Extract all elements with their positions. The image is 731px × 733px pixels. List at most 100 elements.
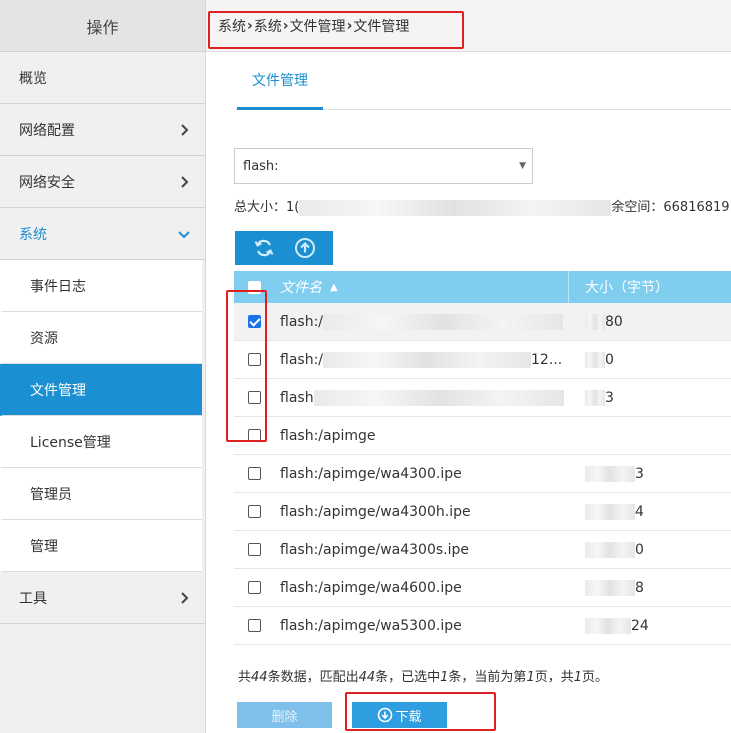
sidebar-item-overview[interactable]: 概览 (0, 52, 205, 104)
row-checkbox[interactable] (247, 315, 261, 328)
column-header-size[interactable]: 大小（字节） (569, 277, 731, 297)
chevron-right-icon: › (282, 17, 289, 34)
row-checkbox[interactable] (247, 543, 261, 556)
chevron-right-icon (181, 591, 189, 604)
redacted-area (585, 465, 635, 482)
dropdown-caret-icon: ▼ (519, 161, 526, 171)
chevron-right-icon (181, 175, 189, 188)
tab-bar: 文件管理 (236, 52, 731, 110)
sidebar-subitem-resources[interactable]: 资源 (0, 312, 202, 364)
sidebar-item-system[interactable]: 系统 (0, 208, 205, 260)
column-header-name[interactable]: 文件名 ▲ (274, 271, 569, 303)
sidebar-subitem-file-management[interactable]: 文件管理 (0, 364, 202, 416)
table-row[interactable]: flash:/apimge/wa4600.ipe 8 (234, 569, 731, 607)
table-row[interactable]: flash:/apimge/wa4300h.ipe 4 (234, 493, 731, 531)
tab-file-management[interactable]: 文件管理 (237, 52, 323, 110)
file-name: flash:/apimge/wa4600.ipe (280, 579, 462, 596)
sidebar-subitem-management[interactable]: 管理 (0, 520, 202, 572)
sidebar-subitem-label: 管理员 (30, 486, 72, 503)
free-space-label: 余空间： (611, 200, 664, 215)
summary-text: 页，共 (534, 670, 574, 685)
file-name: flash:/ (280, 351, 323, 368)
row-checkbox[interactable] (247, 505, 261, 518)
file-name: flash:/apimge/wa4300s.ipe (280, 541, 469, 558)
redacted-area (585, 503, 635, 520)
refresh-icon (254, 239, 273, 257)
row-checkbox[interactable] (247, 353, 261, 366)
summary-page: 1 (526, 670, 535, 685)
redacted-area (585, 313, 605, 330)
table-row[interactable]: flash:/apimge/wa4300.ipe 3 (234, 455, 731, 493)
upload-button[interactable] (293, 236, 317, 260)
total-size-label: 总大小： (234, 200, 287, 215)
sidebar-item-label: 系统 (19, 226, 47, 243)
sidebar-item-label: 网络配置 (19, 122, 75, 139)
row-checkbox[interactable] (247, 429, 261, 442)
redacted-area (585, 617, 631, 634)
file-table: 文件名 ▲ 大小（字节） flash:/ 80 flash:/12... 0 f… (234, 271, 731, 645)
download-button[interactable]: 下载 (352, 702, 447, 728)
breadcrumb-item[interactable]: 系统 (218, 16, 246, 36)
sidebar-item-label: 网络安全 (19, 174, 75, 191)
redacted-area (323, 351, 531, 368)
table-row[interactable]: flash:/ 12... 0 (234, 341, 731, 379)
breadcrumb-item[interactable]: 文件管理 (290, 16, 346, 36)
sidebar-subitem-label: 资源 (30, 330, 58, 347)
file-name: flash:/ (280, 313, 323, 330)
pagination-summary: 共44条数据，匹配出44条，已选中1条，当前为第1页，共1页。 (238, 666, 608, 685)
sidebar-item-tools[interactable]: 工具 (0, 572, 205, 624)
summary-total: 44 (251, 670, 268, 685)
row-checkbox[interactable] (247, 619, 261, 632)
sidebar-item-network-security[interactable]: 网络安全 (0, 156, 205, 208)
summary-text: 条，已选中 (375, 670, 441, 685)
row-checkbox[interactable] (247, 581, 261, 594)
sidebar-subitem-label: 管理 (30, 538, 58, 555)
sidebar-item-network-config[interactable]: 网络配置 (0, 104, 205, 156)
chevron-right-icon: › (346, 17, 353, 34)
row-checkbox[interactable] (247, 391, 261, 404)
sidebar-item-label: 概览 (19, 70, 47, 87)
refresh-button[interactable] (252, 236, 276, 260)
sort-asc-icon: ▲ (330, 281, 338, 293)
table-row[interactable]: flash:/apimge (234, 417, 731, 455)
table-row[interactable]: flash 3 (234, 379, 731, 417)
file-name: flash:/apimge (280, 427, 376, 444)
select-all-checkbox[interactable] (247, 280, 261, 294)
table-row[interactable]: flash:/apimge/wa5300.ipe 24 (234, 607, 731, 645)
breadcrumb-item[interactable]: 系统 (254, 16, 282, 36)
sidebar-subitem-label: 文件管理 (30, 382, 86, 399)
file-size: 24 (631, 617, 649, 634)
free-space-value: 66816819 (663, 200, 730, 215)
storage-select[interactable]: flash: ▼ (234, 148, 533, 184)
sidebar-item-label: 工具 (19, 590, 47, 607)
breadcrumb-item-current: 文件管理 (353, 18, 410, 35)
total-size-value: 1( (286, 200, 300, 215)
column-header-name-label: 文件名 (280, 280, 322, 296)
redacted-area (585, 351, 605, 368)
sidebar-subitem-license[interactable]: License管理 (0, 416, 202, 468)
sidebar-subitem-event-log[interactable]: 事件日志 (0, 260, 202, 312)
file-name: flash:/apimge/wa4300h.ipe (280, 503, 471, 520)
sidebar-subitem-label: 事件日志 (30, 278, 86, 295)
summary-text: 共 (238, 670, 252, 685)
file-size: 80 (605, 313, 623, 330)
row-checkbox[interactable] (247, 467, 261, 480)
chevron-down-icon (178, 230, 190, 238)
sidebar: 操作 概览 网络配置 网络安全 系统 事件日志 资源 文件管理 License管… (0, 0, 206, 733)
summary-text: 条数据，匹配出 (267, 670, 359, 685)
redacted-area (299, 199, 612, 216)
file-size: 3 (635, 465, 644, 482)
storage-size-info: 总大小：1( 余空间：66816819 (234, 196, 731, 216)
upload-icon (294, 238, 315, 258)
summary-pages: 1 (573, 670, 583, 685)
table-row[interactable]: flash:/ 80 (234, 303, 731, 341)
redacted-area (585, 579, 635, 596)
table-row[interactable]: flash:/apimge/wa4300s.ipe 0 (234, 531, 731, 569)
download-button-label: 下载 (395, 709, 422, 725)
file-size: 8 (635, 579, 644, 596)
file-name: flash (280, 389, 314, 406)
sidebar-header: 操作 (0, 0, 205, 52)
delete-button[interactable]: 删除 (237, 702, 332, 728)
sidebar-subitem-administrators[interactable]: 管理员 (0, 468, 202, 520)
summary-matched: 44 (358, 670, 376, 685)
